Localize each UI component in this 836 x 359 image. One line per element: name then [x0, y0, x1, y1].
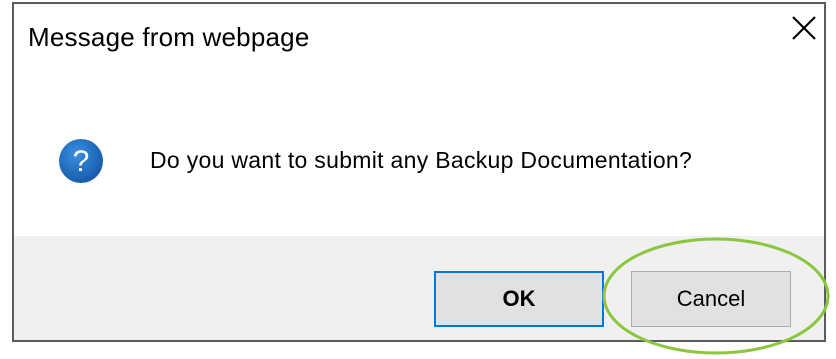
question-glyph: ? — [73, 145, 90, 178]
dialog-message: Do you want to submit any Backup Documen… — [150, 147, 693, 173]
close-button[interactable] — [786, 10, 822, 46]
dialog-title: Message from webpage — [28, 22, 310, 52]
ok-button[interactable]: OK — [434, 271, 604, 327]
cancel-button-label: Cancel — [676, 286, 746, 311]
close-icon — [792, 16, 816, 40]
ok-button-label: OK — [502, 286, 536, 311]
question-icon: ? — [59, 139, 103, 183]
cancel-button[interactable]: Cancel — [631, 271, 791, 327]
